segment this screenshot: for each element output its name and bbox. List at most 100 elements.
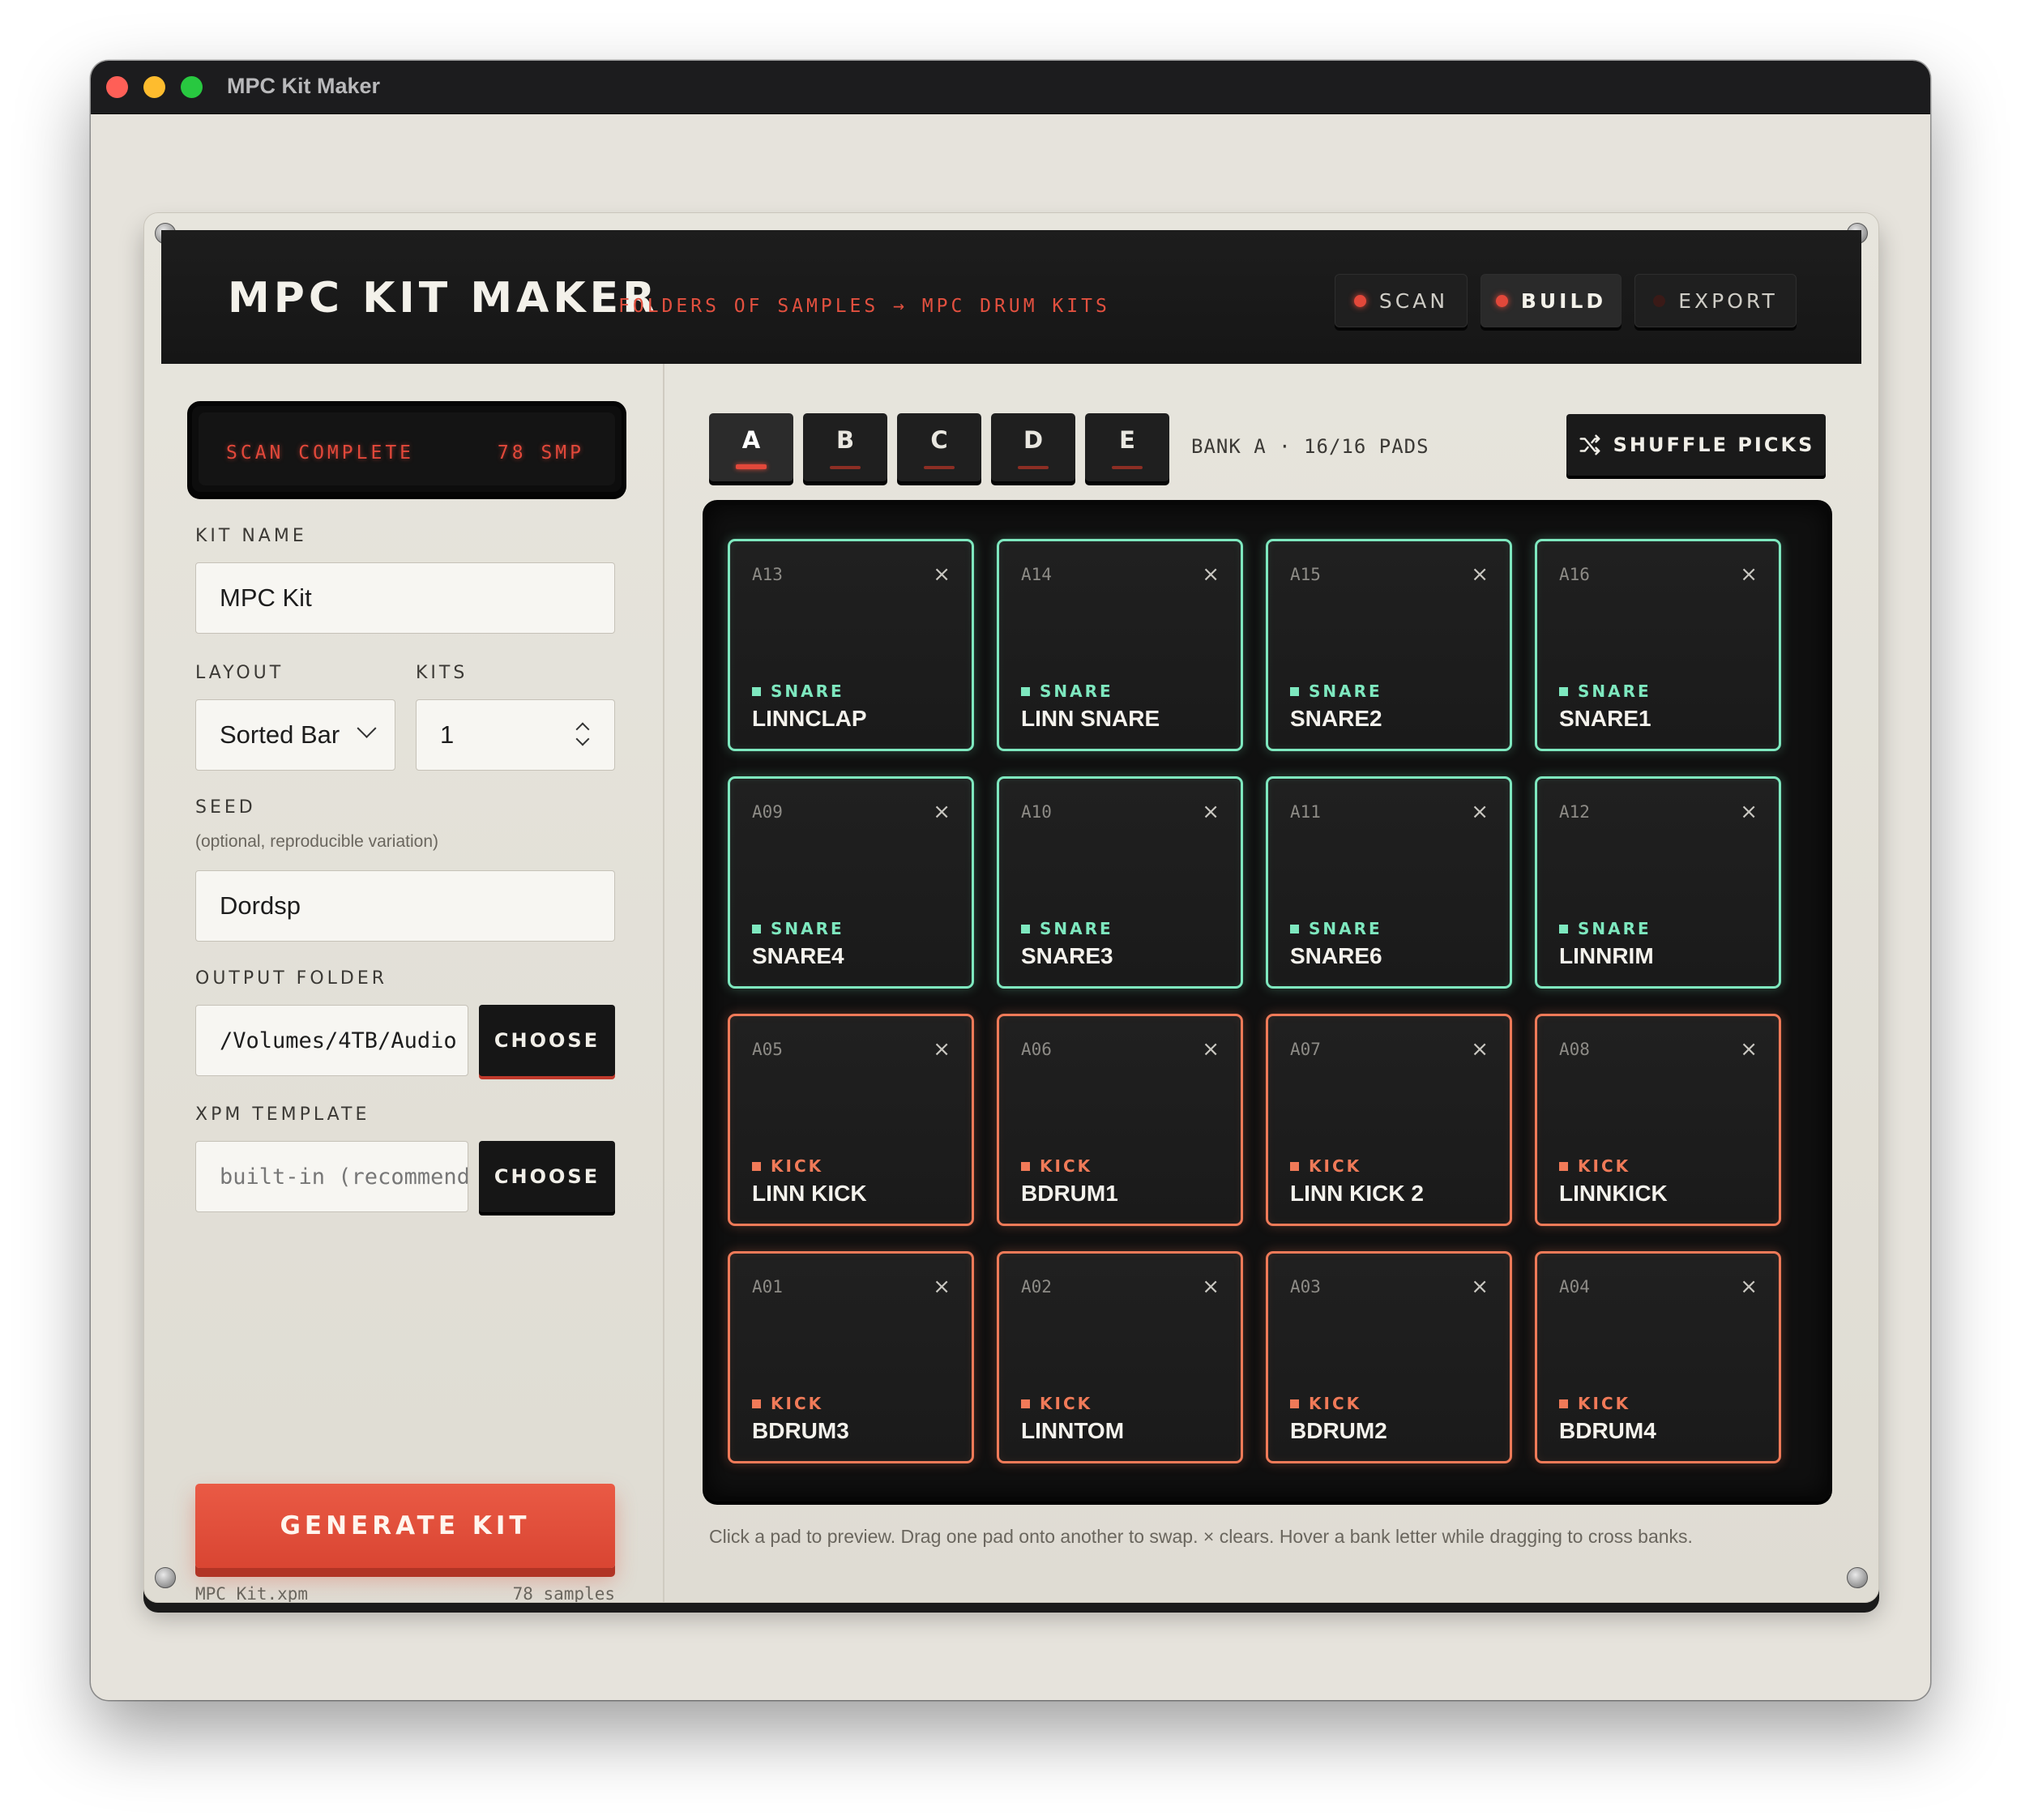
pad[interactable]: A16 × SNARE SNARE1: [1535, 539, 1781, 751]
pad[interactable]: A08 × KICK LINNKICK: [1535, 1014, 1781, 1226]
generate-kit-button[interactable]: GENERATE KIT: [195, 1484, 615, 1568]
clear-pad-icon[interactable]: ×: [1471, 562, 1489, 587]
layout-label: LAYOUT: [195, 663, 284, 683]
pad-id: A01: [752, 1277, 783, 1297]
shuffle-label: SHUFFLE PICKS: [1613, 434, 1815, 456]
shuffle-picks-button[interactable]: SHUFFLE PICKS: [1566, 414, 1826, 476]
xpm-template-field[interactable]: built-in (recommended): [195, 1141, 468, 1212]
pad-sample-name: LINNKICK: [1559, 1181, 1668, 1206]
clear-pad-icon[interactable]: ×: [933, 1037, 951, 1062]
pad-sample-name: LINNCLAP: [752, 706, 867, 731]
pad[interactable]: A02 × KICK LINNTOM: [997, 1251, 1243, 1463]
status-display: SCAN COMPLETE 78 SMP: [187, 401, 626, 497]
pad[interactable]: A05 × KICK LINN KICK: [728, 1014, 974, 1226]
scan-button[interactable]: SCAN: [1335, 274, 1468, 327]
category-square-icon: [752, 1161, 761, 1171]
pad-category: KICK: [1290, 1394, 1361, 1413]
pad-sample-name: SNARE1: [1559, 706, 1651, 731]
bank-tab-b[interactable]: B: [803, 413, 887, 481]
close-window-button[interactable]: [106, 76, 128, 98]
build-button[interactable]: BUILD: [1480, 274, 1622, 327]
clear-pad-icon[interactable]: ×: [933, 1275, 951, 1299]
bank-info: BANK A · 16/16 PADS: [1191, 435, 1429, 458]
clear-pad-icon[interactable]: ×: [1740, 1275, 1758, 1299]
build-label: BUILD: [1520, 288, 1607, 313]
help-text: Click a pad to preview. Drag one pad ont…: [709, 1526, 1693, 1547]
bank-tab-e[interactable]: E: [1085, 413, 1169, 481]
category-square-icon: [1559, 924, 1568, 933]
layout-select[interactable]: Sorted Bar: [195, 699, 395, 771]
pad-category: KICK: [752, 1156, 823, 1176]
kits-stepper[interactable]: 1: [416, 699, 615, 771]
minimize-window-button[interactable]: [143, 76, 165, 98]
pad[interactable]: A10 × SNARE SNARE3: [997, 776, 1243, 989]
export-button[interactable]: EXPORT: [1634, 274, 1797, 327]
app-subtitle: FOLDERS OF SAMPLES → MPC DRUM KITS: [618, 296, 1110, 317]
choose-template-button[interactable]: CHOOSE: [479, 1141, 615, 1212]
pad[interactable]: A11 × SNARE SNARE6: [1266, 776, 1512, 989]
pad[interactable]: A15 × SNARE SNARE2: [1266, 539, 1512, 751]
clear-pad-icon[interactable]: ×: [1740, 800, 1758, 824]
pad-id: A06: [1021, 1040, 1052, 1059]
clear-pad-icon[interactable]: ×: [1202, 562, 1220, 587]
seed-input[interactable]: Dordsp: [195, 870, 615, 942]
pad[interactable]: A01 × KICK BDRUM3: [728, 1251, 974, 1463]
pad[interactable]: A03 × KICK BDRUM2: [1266, 1251, 1512, 1463]
pad-id: A03: [1290, 1277, 1321, 1297]
category-square-icon: [1290, 924, 1299, 933]
clear-pad-icon[interactable]: ×: [1471, 1275, 1489, 1299]
pad-category: KICK: [752, 1394, 823, 1413]
category-square-icon: [752, 1399, 761, 1408]
clear-pad-icon[interactable]: ×: [1740, 1037, 1758, 1062]
pad-id: A15: [1290, 565, 1321, 584]
window-title: MPC Kit Maker: [227, 74, 381, 98]
clear-pad-icon[interactable]: ×: [933, 562, 951, 587]
panel-divider: [663, 364, 664, 1602]
pad-id: A07: [1290, 1040, 1321, 1059]
output-folder-label: OUTPUT FOLDER: [195, 968, 388, 989]
kits-label: KITS: [416, 663, 468, 683]
stepper-arrows-icon[interactable]: [575, 721, 590, 750]
clear-pad-icon[interactable]: ×: [1202, 1275, 1220, 1299]
chevron-down-icon: [357, 718, 377, 738]
bank-tab-a[interactable]: A: [709, 413, 793, 481]
pad[interactable]: A14 × SNARE LINN SNARE: [997, 539, 1243, 751]
pad-sample-name: BDRUM1: [1021, 1181, 1118, 1206]
clear-pad-icon[interactable]: ×: [1202, 800, 1220, 824]
clear-pad-icon[interactable]: ×: [1202, 1037, 1220, 1062]
pad[interactable]: A12 × SNARE LINNRIM: [1535, 776, 1781, 989]
pad-id: A05: [752, 1040, 783, 1059]
bank-tab-c[interactable]: C: [897, 413, 981, 481]
pad-category: SNARE: [1559, 919, 1651, 938]
kit-name-input[interactable]: MPC Kit: [195, 562, 615, 634]
led-icon: [1353, 294, 1366, 307]
pad[interactable]: A04 × KICK BDRUM4: [1535, 1251, 1781, 1463]
pad-id: A16: [1559, 565, 1590, 584]
pad-category: KICK: [1559, 1394, 1630, 1413]
clear-pad-icon[interactable]: ×: [1471, 800, 1489, 824]
pad-id: A14: [1021, 565, 1052, 584]
pad[interactable]: A06 × KICK BDRUM1: [997, 1014, 1243, 1226]
output-folder-field[interactable]: /Volumes/4TB/Audio: [195, 1005, 468, 1076]
seed-label: SEED: [195, 797, 256, 818]
sample-count: 78 SMP: [497, 442, 584, 464]
clear-pad-icon[interactable]: ×: [1740, 562, 1758, 587]
kit-name-label: KIT NAME: [195, 526, 307, 546]
pad[interactable]: A09 × SNARE SNARE4: [728, 776, 974, 989]
kits-value: 1: [440, 720, 455, 749]
maximize-window-button[interactable]: [181, 76, 203, 98]
pad-sample-name: BDRUM2: [1290, 1418, 1387, 1443]
pad[interactable]: A07 × KICK LINN KICK 2: [1266, 1014, 1512, 1226]
bank-tab-d[interactable]: D: [991, 413, 1075, 481]
choose-output-button[interactable]: CHOOSE: [479, 1005, 615, 1076]
clear-pad-icon[interactable]: ×: [1471, 1037, 1489, 1062]
pad-category: SNARE: [752, 919, 844, 938]
clear-pad-icon[interactable]: ×: [933, 800, 951, 824]
pad-sample-name: LINN KICK: [752, 1181, 867, 1206]
category-square-icon: [1021, 1399, 1030, 1408]
pad[interactable]: A13 × SNARE LINNCLAP: [728, 539, 974, 751]
led-icon: [1495, 294, 1508, 307]
app-header: MPC KIT MAKER FOLDERS OF SAMPLES → MPC D…: [161, 230, 1861, 364]
scan-label: SCAN: [1378, 288, 1449, 313]
status-message: SCAN COMPLETE: [226, 442, 415, 464]
